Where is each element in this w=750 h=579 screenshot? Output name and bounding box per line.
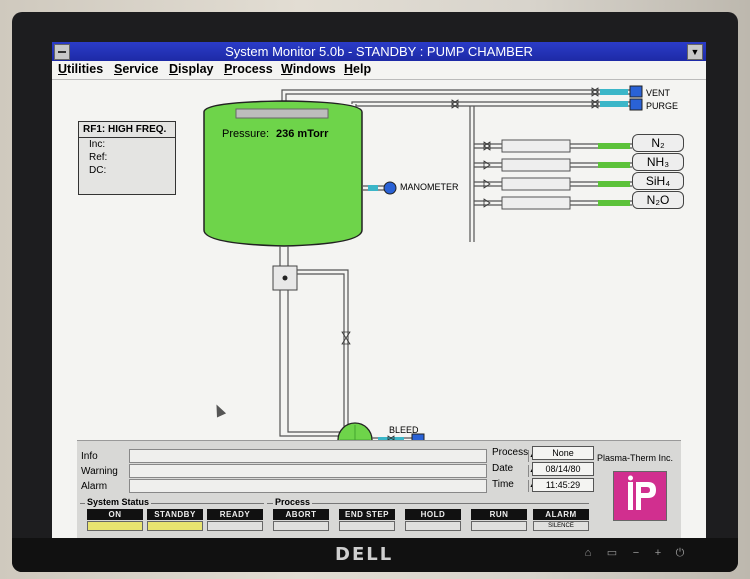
time-value: 11:45:29: [532, 478, 594, 492]
bleed-label: BLEED: [389, 425, 419, 435]
gas-lines: [474, 139, 632, 210]
pressure-label: Pressure:: [222, 128, 270, 140]
monitor-brand-logo: DELL: [335, 544, 394, 565]
rf-title: RF1: HIGH FREQ.: [79, 122, 175, 138]
menu-display[interactable]: Display: [169, 62, 213, 76]
minimize-button[interactable]: ▼: [687, 44, 703, 60]
rf-dc-label: DC:: [89, 165, 107, 176]
window-title: System Monitor 5.0b - STANDBY : PUMP CHA…: [225, 44, 533, 59]
status-panel: Info ▲▼ Warning ▲▼ Alarm ▲▼ Process None…: [77, 440, 681, 538]
vent-label: VENT: [646, 88, 671, 98]
process-group-label: Process: [273, 497, 313, 507]
run-button[interactable]: RUN: [471, 509, 527, 533]
gas-n2o[interactable]: N₂O: [632, 191, 684, 209]
info-field[interactable]: ▲▼: [129, 449, 543, 463]
menu-process[interactable]: Process: [224, 62, 273, 76]
window-titlebar: System Monitor 5.0b - STANDBY : PUMP CHA…: [52, 42, 706, 61]
screen: System Monitor 5.0b - STANDBY : PUMP CHA…: [52, 42, 706, 538]
hold-button[interactable]: HOLD: [405, 509, 461, 533]
plasma-therm-logo: [613, 471, 667, 521]
on-button[interactable]: ON: [87, 509, 143, 533]
rf-inc-label: Inc:: [89, 139, 106, 150]
end-step-button[interactable]: END STEP: [339, 509, 395, 533]
date-label: Date: [492, 463, 514, 474]
rf-ref-label: Ref:: [89, 152, 108, 163]
pump-line: [279, 290, 340, 437]
menu-service[interactable]: Service: [114, 62, 159, 76]
company-name: Plasma-Therm Inc.: [597, 453, 674, 463]
system-menu-icon[interactable]: [54, 44, 70, 60]
alarm-field[interactable]: ▲▼: [129, 479, 543, 493]
alarm-label: Alarm: [81, 481, 108, 492]
bypass-line: [297, 269, 349, 426]
manometer-gauge: [362, 181, 397, 195]
gas-n2[interactable]: N₂: [632, 134, 684, 152]
monitor-power-icon[interactable]: ⏻: [674, 547, 686, 559]
rf-panel: RF1: HIGH FREQ. Inc: Ref: DC:: [78, 121, 176, 195]
warning-field[interactable]: ▲▼: [129, 464, 543, 478]
abort-button[interactable]: ABORT: [273, 509, 329, 533]
system-status-label: System Status: [85, 497, 152, 507]
bypass-valve: [341, 331, 351, 345]
menu-bar: Utilities Service Display Process Window…: [52, 61, 706, 80]
throttle-line: [279, 246, 289, 266]
process-value: None: [532, 446, 594, 460]
menu-windows[interactable]: Windows: [281, 62, 336, 76]
standby-button[interactable]: STANDBY: [147, 509, 203, 533]
pressure-value: 236 mTorr: [276, 128, 329, 140]
ready-button[interactable]: READY: [207, 509, 263, 533]
monitor-menu-icon[interactable]: ▭: [606, 547, 618, 559]
purge-label: PURGE: [646, 101, 679, 111]
gas-manifold: [469, 106, 475, 242]
gas-nh3[interactable]: NH₃: [632, 153, 684, 171]
gas-sih4[interactable]: SiH₄: [632, 172, 684, 190]
warning-label: Warning: [81, 466, 118, 477]
menu-utilities[interactable]: Utilities: [58, 62, 103, 76]
time-label: Time: [492, 479, 514, 490]
monitor-minus-icon[interactable]: −: [630, 547, 642, 559]
chamber-tank: [203, 100, 363, 247]
process-label: Process: [492, 447, 529, 458]
manometer-label: MANOMETER: [400, 182, 459, 192]
date-value: 08/14/80: [532, 462, 594, 476]
menu-help[interactable]: Help: [344, 62, 371, 76]
info-label: Info: [81, 451, 98, 462]
alarm-silence-button[interactable]: ALARM SILENCE: [533, 509, 589, 533]
monitor-input-icon[interactable]: ⌂: [582, 547, 594, 559]
monitor-plus-icon[interactable]: +: [652, 547, 664, 559]
